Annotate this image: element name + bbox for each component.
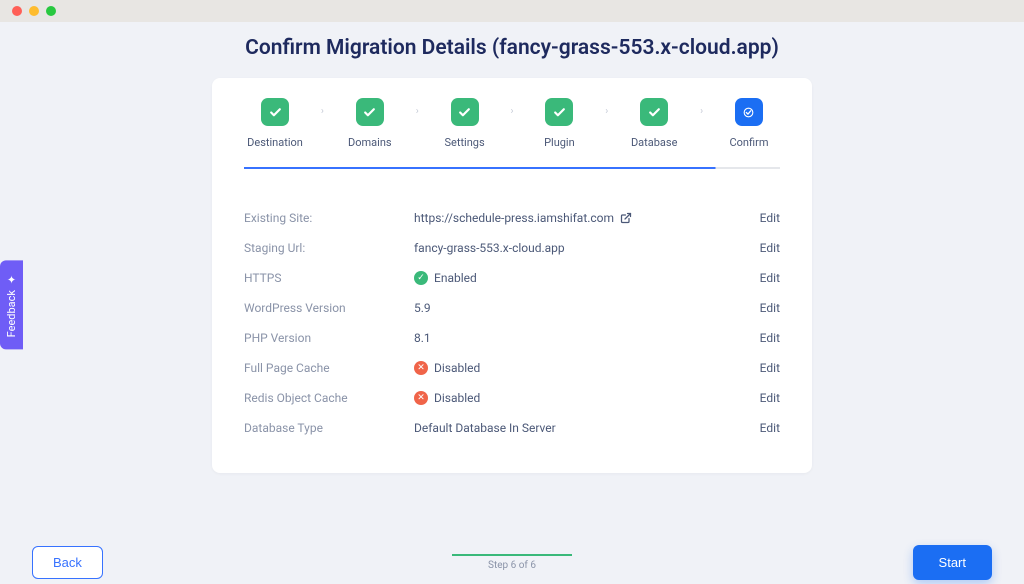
check-icon <box>640 98 668 126</box>
edit-link[interactable]: Edit <box>760 361 780 375</box>
minimize-icon[interactable] <box>29 6 39 16</box>
edit-link[interactable]: Edit <box>760 391 780 405</box>
step-label: Destination <box>247 136 303 149</box>
step-plugin[interactable]: Plugin <box>528 98 590 149</box>
page-title: Confirm Migration Details (fancy-grass-5… <box>0 22 1024 78</box>
row-value: fancy-grass-553.x-cloud.app <box>414 241 760 255</box>
check-icon <box>356 98 384 126</box>
chevron-right-icon: › <box>416 106 419 117</box>
feedback-tab[interactable]: Feedback ✦ <box>0 260 23 349</box>
row-wp-version: WordPress Version 5.9 Edit <box>244 293 780 323</box>
chevron-right-icon: › <box>510 106 513 117</box>
row-label: Full Page Cache <box>244 361 414 375</box>
row-value: https://schedule-press.iamshifat.com <box>414 211 760 225</box>
progress-indicator: Step 6 of 6 <box>452 554 572 571</box>
chevron-right-icon: › <box>605 106 608 117</box>
row-label: WordPress Version <box>244 301 414 315</box>
step-destination[interactable]: Destination <box>244 98 306 149</box>
edit-link[interactable]: Edit <box>760 331 780 345</box>
stepper: Destination › Domains › Settings › Plugi… <box>244 98 780 169</box>
x-circle-icon: ✕ <box>414 361 428 375</box>
step-label: Plugin <box>544 136 575 149</box>
step-label: Confirm <box>729 136 768 149</box>
x-circle-icon: ✕ <box>414 391 428 405</box>
check-icon <box>545 98 573 126</box>
check-icon <box>261 98 289 126</box>
row-value: ✓ Enabled <box>414 271 760 285</box>
row-label: PHP Version <box>244 331 414 345</box>
migration-card: Destination › Domains › Settings › Plugi… <box>212 78 812 473</box>
full-page-cache-value: Disabled <box>434 361 480 375</box>
edit-link[interactable]: Edit <box>760 421 780 435</box>
row-value: ✕ Disabled <box>414 391 760 405</box>
row-value: ✕ Disabled <box>414 361 760 375</box>
window-controls <box>0 0 1024 22</box>
step-label: Database <box>631 136 677 149</box>
edit-link[interactable]: Edit <box>760 301 780 315</box>
target-icon <box>735 98 763 126</box>
back-button[interactable]: Back <box>32 546 103 579</box>
existing-site-url: https://schedule-press.iamshifat.com <box>414 211 614 225</box>
row-db-type: Database Type Default Database In Server… <box>244 413 780 443</box>
edit-link[interactable]: Edit <box>760 211 780 225</box>
step-database[interactable]: Database <box>623 98 685 149</box>
row-value: 8.1 <box>414 331 760 345</box>
maximize-icon[interactable] <box>46 6 56 16</box>
check-icon <box>451 98 479 126</box>
row-staging-url: Staging Url: fancy-grass-553.x-cloud.app… <box>244 233 780 263</box>
edit-link[interactable]: Edit <box>760 271 780 285</box>
step-label: Settings <box>445 136 485 149</box>
step-settings[interactable]: Settings <box>434 98 496 149</box>
step-confirm[interactable]: Confirm <box>718 98 780 149</box>
row-value: Default Database In Server <box>414 421 760 435</box>
feedback-label: Feedback <box>5 290 18 337</box>
puzzle-icon: ✦ <box>5 272 18 285</box>
edit-link[interactable]: Edit <box>760 241 780 255</box>
footer: Back Step 6 of 6 Start <box>0 539 1024 584</box>
row-label: Database Type <box>244 421 414 435</box>
row-label: Redis Object Cache <box>244 391 414 405</box>
row-redis-cache: Redis Object Cache ✕ Disabled Edit <box>244 383 780 413</box>
external-link-icon[interactable] <box>620 212 632 224</box>
chevron-right-icon: › <box>700 106 703 117</box>
row-value: 5.9 <box>414 301 760 315</box>
step-domains[interactable]: Domains <box>339 98 401 149</box>
check-circle-icon: ✓ <box>414 271 428 285</box>
close-icon[interactable] <box>12 6 22 16</box>
chevron-right-icon: › <box>321 106 324 117</box>
details-list: Existing Site: https://schedule-press.ia… <box>244 203 780 443</box>
progress-bar <box>452 554 572 556</box>
step-label: Domains <box>348 136 392 149</box>
start-button[interactable]: Start <box>913 545 992 580</box>
row-label: Staging Url: <box>244 241 414 255</box>
row-https: HTTPS ✓ Enabled Edit <box>244 263 780 293</box>
row-existing-site: Existing Site: https://schedule-press.ia… <box>244 203 780 233</box>
row-full-page-cache: Full Page Cache ✕ Disabled Edit <box>244 353 780 383</box>
row-label: HTTPS <box>244 271 414 285</box>
https-value: Enabled <box>434 271 477 285</box>
row-php-version: PHP Version 8.1 Edit <box>244 323 780 353</box>
row-label: Existing Site: <box>244 211 414 225</box>
redis-cache-value: Disabled <box>434 391 480 405</box>
progress-label: Step 6 of 6 <box>452 560 572 571</box>
